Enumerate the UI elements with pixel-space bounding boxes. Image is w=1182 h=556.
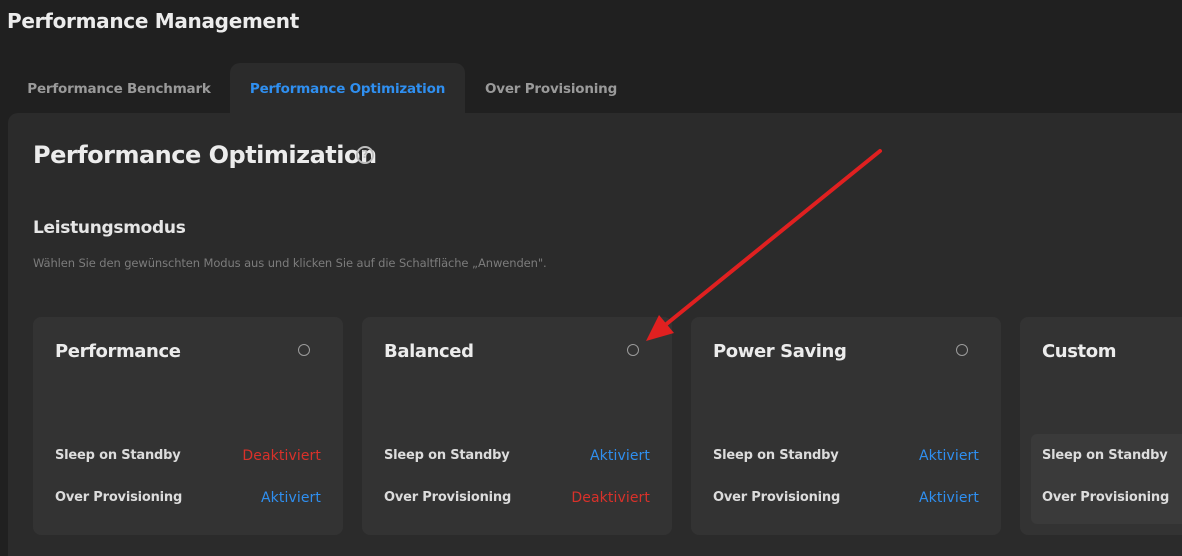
over-provisioning-label: Over Provisioning	[1042, 490, 1170, 505]
card-title: Performance	[55, 341, 181, 362]
tab-performance-optimization[interactable]: Performance Optimization	[230, 63, 465, 113]
sleep-on-standby-label: Sleep on Standby	[55, 448, 181, 463]
card-title: Custom	[1042, 341, 1117, 362]
sleep-on-standby-status: Aktiviert	[590, 448, 650, 464]
content-panel: Performance Optimization ? Leistungsmodu…	[8, 113, 1182, 556]
mode-heading: Leistungsmodus	[33, 218, 186, 238]
radio-button[interactable]	[956, 344, 968, 356]
over-provisioning-label: Over Provisioning	[713, 490, 841, 505]
mode-card-custom[interactable]: Custom Sleep on Standby Over Provisionin…	[1020, 317, 1182, 535]
mode-card-performance[interactable]: Performance Sleep on Standby Deaktiviert…	[33, 317, 343, 535]
help-icon[interactable]: ?	[356, 146, 374, 164]
sleep-on-standby-status: Aktiviert	[919, 448, 979, 464]
sleep-on-standby-status: Deaktiviert	[242, 448, 321, 464]
tab-performance-benchmark[interactable]: Performance Benchmark	[8, 63, 230, 113]
mode-card-balanced[interactable]: Balanced Sleep on Standby Aktiviert Over…	[362, 317, 672, 535]
app-title: Performance Management	[7, 9, 299, 33]
sleep-on-standby-label: Sleep on Standby	[713, 448, 839, 463]
over-provisioning-status: Aktiviert	[261, 490, 321, 506]
card-title: Balanced	[384, 341, 474, 362]
over-provisioning-status: Deaktiviert	[571, 490, 650, 506]
radio-button[interactable]	[298, 344, 310, 356]
tab-over-provisioning[interactable]: Over Provisioning	[465, 63, 637, 113]
sleep-on-standby-label: Sleep on Standby	[384, 448, 510, 463]
sleep-on-standby-label: Sleep on Standby	[1042, 448, 1168, 463]
over-provisioning-status: Aktiviert	[919, 490, 979, 506]
over-provisioning-label: Over Provisioning	[384, 490, 512, 505]
card-title: Power Saving	[713, 341, 847, 362]
over-provisioning-label: Over Provisioning	[55, 490, 183, 505]
section-title: Performance Optimization	[33, 141, 377, 169]
mode-card-power-saving[interactable]: Power Saving Sleep on Standby Aktiviert …	[691, 317, 1001, 535]
mode-description: Wählen Sie den gewünschten Modus aus und…	[33, 256, 547, 270]
radio-button[interactable]	[627, 344, 639, 356]
